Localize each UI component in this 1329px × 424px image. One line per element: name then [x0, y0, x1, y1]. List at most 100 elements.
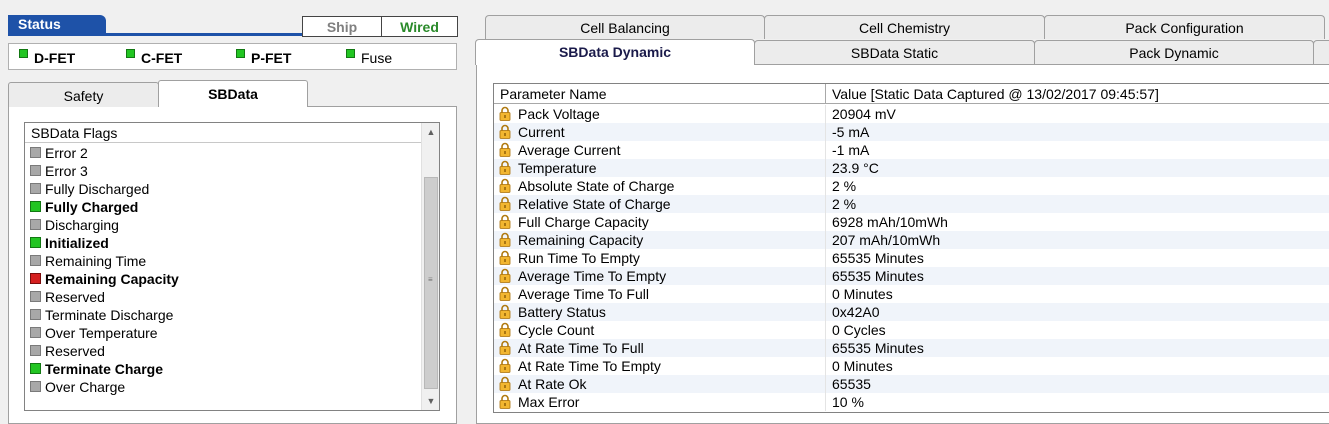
cell-divider — [825, 303, 826, 321]
table-row[interactable]: At Rate Time To Empty 0 Minutes — [494, 357, 1329, 375]
flag-indicator-icon — [30, 273, 41, 284]
flag-indicator-icon — [30, 291, 41, 302]
cell-divider — [825, 141, 826, 159]
lock-icon — [499, 178, 511, 193]
table-row[interactable]: Relative State of Charge 2 % — [494, 195, 1329, 213]
table-row[interactable]: Current -5 mA — [494, 123, 1329, 141]
parameter-value: -5 mA — [832, 124, 870, 140]
tab-pack-dynamic[interactable]: Pack Dynamic — [1034, 40, 1314, 64]
tab-sbdata[interactable]: SBData — [158, 80, 308, 107]
table-row[interactable]: Pack Voltage 20904 mV — [494, 105, 1329, 123]
cell-divider — [825, 123, 826, 141]
tab-sbdata-static[interactable]: SBData Static — [754, 40, 1035, 64]
sbdata-flags-list[interactable]: SBData Flags Error 2 Error 3 Fully Dischar… — [24, 122, 440, 411]
flag-label: Remaining Time — [45, 253, 147, 269]
lock-icon — [499, 214, 511, 229]
parameter-name: Average Time To Full — [518, 286, 649, 302]
flag-item: Discharging — [25, 216, 421, 234]
flag-indicator-icon — [30, 201, 41, 212]
parameter-name: Absolute State of Charge — [518, 178, 675, 194]
flag-label: Terminate Discharge — [45, 307, 174, 323]
table-row[interactable]: Average Time To Full 0 Minutes — [494, 285, 1329, 303]
flag-label: Fully Discharged — [45, 181, 150, 197]
lock-icon — [499, 142, 511, 157]
grid-rows: Pack Voltage 20904 mV Current -5 mA Average … — [494, 105, 1329, 411]
flag-indicator-icon — [30, 237, 41, 248]
parameter-name: At Rate Time To Full — [518, 340, 644, 356]
lock-icon — [499, 196, 511, 211]
scroll-thumb[interactable]: ≡ — [424, 177, 438, 389]
table-row[interactable]: Run Time To Empty 65535 Minutes — [494, 249, 1329, 267]
parameter-name: Average Time To Empty — [518, 268, 667, 284]
table-row[interactable]: Full Charge Capacity 6928 mAh/10mWh — [494, 213, 1329, 231]
table-row[interactable]: Max Error 10 % — [494, 393, 1329, 411]
lock-icon — [499, 268, 511, 283]
cell-divider — [825, 357, 826, 375]
fet-label: P-FET — [251, 50, 292, 66]
table-row[interactable]: Remaining Capacity 207 mAh/10mWh — [494, 231, 1329, 249]
flag-indicator-icon — [30, 183, 41, 194]
flags-header: SBData Flags — [25, 123, 421, 143]
parameter-value: 0 Minutes — [832, 286, 893, 302]
grid-header: Parameter Name Value [Static Data Captur… — [494, 84, 1329, 104]
column-header-parameter[interactable]: Parameter Name — [500, 86, 607, 102]
table-row[interactable]: At Rate Time To Full 65535 Minutes — [494, 339, 1329, 357]
parameter-name: Remaining Capacity — [518, 232, 644, 248]
parameter-name: Current — [518, 124, 565, 140]
flag-label: Error 3 — [45, 163, 88, 179]
lock-icon — [499, 340, 511, 355]
wired-mode-indicator: Wired — [381, 16, 458, 37]
flag-item: Terminate Discharge — [25, 306, 421, 324]
flag-indicator-icon — [30, 327, 41, 338]
grip-icon: ≡ — [428, 275, 433, 284]
scroll-up-arrow-icon[interactable]: ▲ — [422, 123, 439, 141]
flag-indicator-icon — [30, 147, 41, 158]
lock-icon — [499, 232, 511, 247]
parameter-value: 0 Minutes — [832, 358, 893, 374]
parameter-value: 2 % — [832, 196, 857, 212]
flag-item: Fully Charged — [25, 198, 421, 216]
parameter-value: 20904 mV — [832, 106, 896, 122]
table-row[interactable]: Cycle Count 0 Cycles — [494, 321, 1329, 339]
tab-sbdata-dynamic[interactable]: SBData Dynamic — [475, 39, 755, 65]
parameter-name: Run Time To Empty — [518, 250, 640, 266]
parameter-value: 0x42A0 — [832, 304, 880, 320]
tab-cell-balancing[interactable]: Cell Balancing — [485, 15, 765, 39]
flag-indicator-icon — [30, 363, 41, 374]
flag-label: Remaining Capacity — [45, 271, 179, 287]
flags-scrollbar[interactable]: ▲ ≡ ▼ — [421, 123, 439, 410]
tab-pack-configuration[interactable]: Pack Configuration — [1044, 15, 1325, 39]
lock-icon — [499, 250, 511, 265]
sbdata-dynamic-grid[interactable]: Parameter Name Value [Static Data Captur… — [493, 83, 1329, 413]
table-row[interactable]: Average Current -1 mA — [494, 141, 1329, 159]
flags-items: Error 2 Error 3 Fully Discharged Fully Char… — [25, 144, 421, 396]
lock-icon — [499, 106, 511, 121]
flag-item: Reserved — [25, 288, 421, 306]
flag-indicator-icon — [30, 309, 41, 320]
column-header-value[interactable]: Value [Static Data Captured @ 13/02/2017… — [832, 86, 1159, 102]
cell-divider — [825, 195, 826, 213]
table-row[interactable]: At Rate Ok 65535 — [494, 375, 1329, 393]
tab-overflow[interactable] — [1313, 40, 1329, 64]
column-divider[interactable] — [825, 84, 826, 104]
flag-label: Reserved — [45, 343, 105, 359]
table-row[interactable]: Battery Status 0x42A0 — [494, 303, 1329, 321]
flag-label: Discharging — [45, 217, 119, 233]
parameter-value: 65535 Minutes — [832, 340, 924, 356]
table-row[interactable]: Average Time To Empty 65535 Minutes — [494, 267, 1329, 285]
parameter-value: 23.9 °C — [832, 160, 879, 176]
tab-safety[interactable]: Safety — [8, 82, 159, 107]
table-row[interactable]: Absolute State of Charge 2 % — [494, 177, 1329, 195]
scroll-down-arrow-icon[interactable]: ▼ — [422, 392, 439, 410]
flag-label: Terminate Charge — [45, 361, 163, 377]
tab-cell-chemistry[interactable]: Cell Chemistry — [764, 15, 1045, 39]
parameter-value: 65535 — [832, 376, 871, 392]
parameter-name: Cycle Count — [518, 322, 595, 338]
lock-icon — [499, 376, 511, 391]
flag-indicator-icon — [30, 165, 41, 176]
flag-label: Initialized — [45, 235, 109, 251]
table-row[interactable]: Temperature 23.9 °C — [494, 159, 1329, 177]
parameter-name: Average Current — [518, 142, 621, 158]
fet-status-box: D-FET C-FET P-FET Fuse — [8, 43, 457, 70]
parameter-value: 6928 mAh/10mWh — [832, 214, 948, 230]
